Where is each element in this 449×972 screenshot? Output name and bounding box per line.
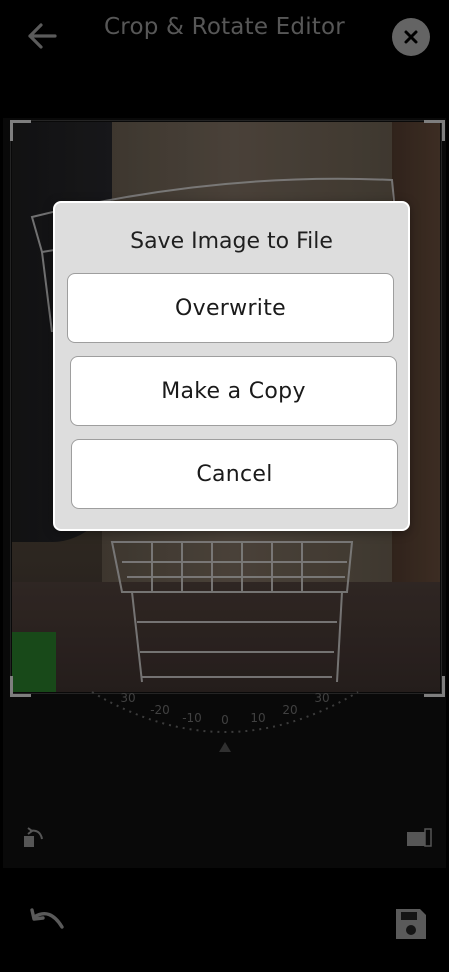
app-frame: Crop & Rotate Editor 30 -20 -10 0 10 20 … — [0, 0, 449, 972]
overwrite-button[interactable]: Overwrite — [67, 273, 394, 343]
dialog-title: Save Image to File — [130, 229, 333, 254]
save-dialog: Save Image to File Overwrite Make a Copy… — [53, 201, 410, 531]
cancel-button[interactable]: Cancel — [71, 439, 398, 509]
make-copy-button[interactable]: Make a Copy — [70, 356, 397, 426]
